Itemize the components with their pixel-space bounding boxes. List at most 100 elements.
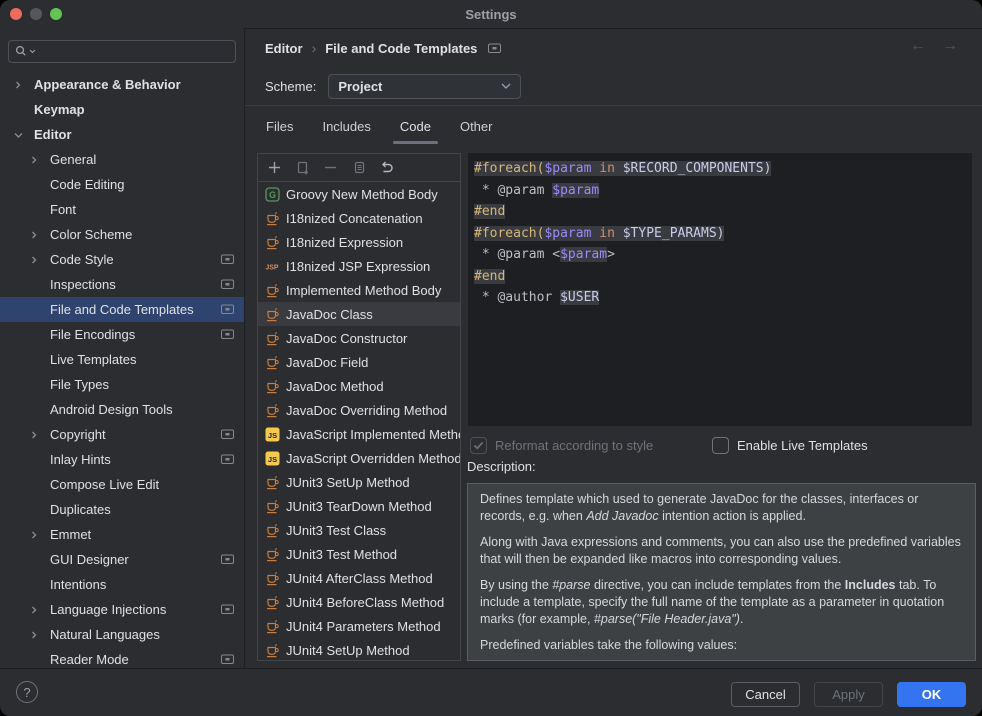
sidebar-item-label: Compose Live Edit bbox=[50, 477, 159, 492]
sidebar-item-code-editing[interactable]: Code Editing bbox=[0, 172, 244, 197]
forward-arrow-icon[interactable]: → bbox=[942, 37, 958, 55]
cancel-button[interactable]: Cancel bbox=[731, 682, 800, 707]
sidebar-item-label: Editor bbox=[34, 127, 72, 142]
template-item-i18nized-expression[interactable]: I18nized Expression bbox=[258, 230, 460, 254]
template-item-label: JavaScript Overridden Method bbox=[286, 451, 460, 466]
template-item-groovy-new-method-body[interactable]: G Groovy New Method Body bbox=[258, 182, 460, 206]
template-item-i18nized-concatenation[interactable]: I18nized Concatenation bbox=[258, 206, 460, 230]
template-item-junit3-setup-method[interactable]: JUnit3 SetUp Method bbox=[258, 470, 460, 494]
chevron-right-icon[interactable] bbox=[14, 81, 34, 89]
history-nav: ← → bbox=[910, 37, 958, 55]
chevron-right-icon[interactable] bbox=[30, 156, 50, 164]
sidebar-item-file-types[interactable]: File Types bbox=[0, 372, 244, 397]
scheme-dropdown[interactable]: Project bbox=[328, 74, 521, 99]
sidebar-item-gui-designer[interactable]: GUI Designer bbox=[0, 547, 244, 572]
enable-live-templates-checkbox[interactable] bbox=[712, 437, 729, 454]
reformat-checkbox bbox=[470, 437, 487, 454]
template-item-javadoc-constructor[interactable]: JavaDoc Constructor bbox=[258, 326, 460, 350]
tab-includes[interactable]: Includes bbox=[321, 119, 371, 134]
template-item-junit3-test-method[interactable]: JUnit3 Test Method bbox=[258, 542, 460, 566]
breadcrumb-item-editor[interactable]: Editor bbox=[265, 41, 303, 56]
sidebar-item-intentions[interactable]: Intentions bbox=[0, 572, 244, 597]
ok-button[interactable]: OK bbox=[897, 682, 966, 707]
window-title: Settings bbox=[465, 7, 516, 22]
sidebar-item-compose-live-edit[interactable]: Compose Live Edit bbox=[0, 472, 244, 497]
chevron-right-icon[interactable] bbox=[30, 231, 50, 239]
sidebar-item-file-encodings[interactable]: File Encodings bbox=[0, 322, 244, 347]
sidebar-item-language-injections[interactable]: Language Injections bbox=[0, 597, 244, 622]
template-editor[interactable]: #foreach($param in $RECORD_COMPONENTS) *… bbox=[468, 153, 972, 426]
chevron-right-icon[interactable] bbox=[30, 256, 50, 264]
description-box[interactable]: Defines template which used to generate … bbox=[467, 483, 976, 661]
sidebar-item-keymap[interactable]: Keymap bbox=[0, 97, 244, 122]
live-templates-option: Enable Live Templates bbox=[712, 433, 868, 458]
tab-other[interactable]: Other bbox=[459, 119, 494, 134]
chevron-right-icon[interactable] bbox=[30, 631, 50, 639]
sidebar-item-general[interactable]: General bbox=[0, 147, 244, 172]
code-line: #end bbox=[474, 266, 972, 288]
template-item-junit4-afterclass-method[interactable]: JUnit4 AfterClass Method bbox=[258, 566, 460, 590]
sidebar-item-color-scheme[interactable]: Color Scheme bbox=[0, 222, 244, 247]
sidebar-item-live-templates[interactable]: Live Templates bbox=[0, 347, 244, 372]
svg-text:G: G bbox=[268, 190, 275, 200]
remove-template-button[interactable] bbox=[322, 159, 339, 176]
add-template-button[interactable] bbox=[266, 159, 283, 176]
sidebar-item-natural-languages[interactable]: Natural Languages bbox=[0, 622, 244, 647]
chevron-right-icon[interactable] bbox=[30, 531, 50, 539]
groovy-file-icon: G bbox=[264, 186, 280, 202]
sidebar-item-emmet[interactable]: Emmet bbox=[0, 522, 244, 547]
template-item-javadoc-field[interactable]: JavaDoc Field bbox=[258, 350, 460, 374]
template-item-label: Implemented Method Body bbox=[286, 283, 441, 298]
chevron-right-icon[interactable] bbox=[30, 606, 50, 614]
settings-search-box[interactable] bbox=[8, 40, 236, 63]
template-item-javadoc-overriding-method[interactable]: JavaDoc Overriding Method bbox=[258, 398, 460, 422]
js-file-icon: JS bbox=[264, 450, 280, 466]
template-item-javascript-implemented-method[interactable]: JSJavaScript Implemented Method bbox=[258, 422, 460, 446]
sidebar-item-label: File Types bbox=[50, 377, 109, 392]
description-paragraph: Predefined variables take the following … bbox=[480, 637, 963, 654]
cup-file-icon bbox=[264, 330, 280, 346]
sidebar-item-copyright[interactable]: Copyright bbox=[0, 422, 244, 447]
copy-template-button[interactable] bbox=[294, 159, 311, 176]
template-item-javascript-overridden-method[interactable]: JS JavaScript Overridden Method bbox=[258, 446, 460, 470]
template-item-label: I18nized Concatenation bbox=[286, 211, 423, 226]
template-item-i18nized-jsp-expression[interactable]: JSPI18nized JSP Expression bbox=[258, 254, 460, 278]
sidebar-item-android-design-tools[interactable]: Android Design Tools bbox=[0, 397, 244, 422]
sidebar-item-label: Copyright bbox=[50, 427, 106, 442]
apply-button[interactable]: Apply bbox=[814, 682, 883, 707]
sidebar-item-file-and-code-templates[interactable]: File and Code Templates bbox=[0, 297, 244, 322]
tab-code[interactable]: Code bbox=[399, 119, 432, 134]
search-input[interactable] bbox=[37, 44, 229, 60]
back-arrow-icon[interactable]: ← bbox=[910, 37, 926, 55]
sidebar-item-inspections[interactable]: Inspections bbox=[0, 272, 244, 297]
template-item-javadoc-class[interactable]: JavaDoc Class bbox=[258, 302, 460, 326]
template-item-junit4-beforeclass-method[interactable]: JUnit4 BeforeClass Method bbox=[258, 590, 460, 614]
sidebar-item-inlay-hints[interactable]: Inlay Hints bbox=[0, 447, 244, 472]
template-item-junit3-teardown-method[interactable]: JUnit3 TearDown Method bbox=[258, 494, 460, 518]
template-item-javadoc-method[interactable]: JavaDoc Method bbox=[258, 374, 460, 398]
chevron-right-icon[interactable] bbox=[30, 431, 50, 439]
template-item-label: JavaDoc Overriding Method bbox=[286, 403, 447, 418]
sidebar-item-font[interactable]: Font bbox=[0, 197, 244, 222]
cup-file-icon bbox=[264, 546, 280, 562]
breadcrumb-item-file-and-code-templates[interactable]: File and Code Templates bbox=[325, 41, 477, 56]
template-item-junit3-test-class[interactable]: JUnit3 Test Class bbox=[258, 518, 460, 542]
sidebar-item-code-style[interactable]: Code Style bbox=[0, 247, 244, 272]
screen-icon bbox=[221, 254, 234, 265]
template-item-label: Groovy New Method Body bbox=[286, 187, 438, 202]
close-window-button[interactable] bbox=[10, 8, 22, 20]
reset-to-default-button[interactable] bbox=[378, 159, 395, 176]
sidebar-item-appearance-behavior[interactable]: Appearance & Behavior bbox=[0, 72, 244, 97]
duplicate-template-button[interactable] bbox=[350, 159, 367, 176]
template-item-junit4-setup-method[interactable]: JUnit4 SetUp Method bbox=[258, 638, 460, 660]
help-button[interactable]: ? bbox=[16, 681, 38, 703]
sidebar-item-editor[interactable]: Editor bbox=[0, 122, 244, 147]
chevron-down-icon[interactable] bbox=[14, 131, 34, 139]
zoom-window-button[interactable] bbox=[50, 8, 62, 20]
template-item-junit4-parameters-method[interactable]: JUnit4 Parameters Method bbox=[258, 614, 460, 638]
sidebar-item-reader-mode[interactable]: Reader Mode bbox=[0, 647, 244, 668]
tab-files[interactable]: Files bbox=[265, 119, 294, 134]
sidebar-item-duplicates[interactable]: Duplicates bbox=[0, 497, 244, 522]
template-item-implemented-method-body[interactable]: Implemented Method Body bbox=[258, 278, 460, 302]
search-history-chevron-icon[interactable] bbox=[29, 49, 36, 54]
